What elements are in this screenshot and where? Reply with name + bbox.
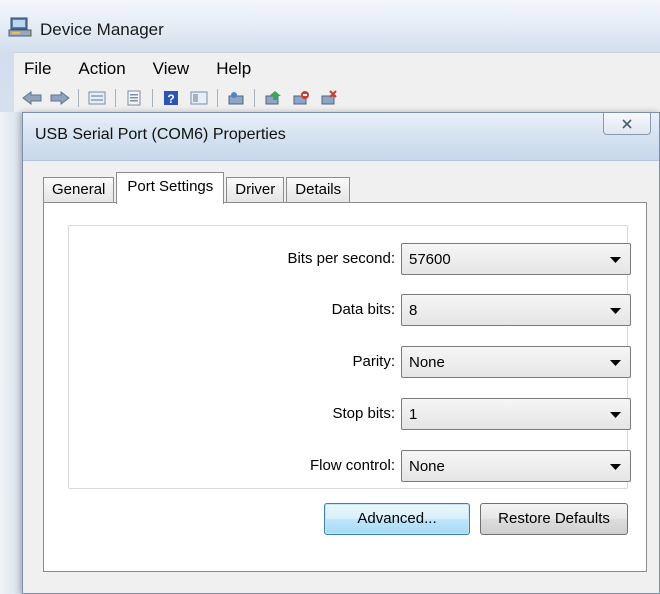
update-driver-icon[interactable] bbox=[263, 89, 283, 107]
stop-bits-row: Stop bits: 1 bbox=[69, 398, 631, 432]
data-bits-select[interactable]: 8 bbox=[401, 294, 631, 326]
parity-label: Parity: bbox=[352, 353, 395, 370]
close-button[interactable] bbox=[603, 113, 651, 135]
data-bits-value: 8 bbox=[409, 302, 418, 319]
chevron-down-icon bbox=[610, 360, 621, 366]
bits-per-second-value: 57600 bbox=[409, 251, 451, 268]
parity-select[interactable]: None bbox=[401, 346, 631, 378]
toolbar-separator bbox=[78, 89, 79, 107]
stop-bits-value: 1 bbox=[409, 406, 418, 423]
menu-view[interactable]: View bbox=[153, 59, 190, 79]
forward-arrow-icon[interactable] bbox=[50, 89, 70, 107]
bits-per-second-label: Bits per second: bbox=[287, 250, 395, 267]
data-bits-label: Data bits: bbox=[331, 301, 395, 318]
help-icon[interactable]: ? bbox=[161, 89, 181, 107]
tab-details[interactable]: Details bbox=[286, 177, 351, 203]
device-manager-titlebar: Device Manager bbox=[0, 0, 660, 52]
advanced-button[interactable]: Advanced... bbox=[324, 503, 470, 535]
properties-dialog: USB Serial Port (COM6) Properties Genera… bbox=[22, 112, 660, 594]
disable-device-icon[interactable] bbox=[291, 89, 311, 107]
device-manager-icon bbox=[8, 17, 32, 37]
stop-bits-label: Stop bits: bbox=[332, 405, 395, 422]
tab-driver[interactable]: Driver bbox=[226, 177, 285, 203]
chevron-down-icon bbox=[610, 412, 621, 418]
menu-action[interactable]: Action bbox=[78, 59, 125, 79]
parity-row: Parity: None bbox=[69, 346, 631, 380]
tab-strip: General Port Settings Driver Details bbox=[43, 171, 352, 204]
tab-port-settings[interactable]: Port Settings bbox=[116, 172, 225, 204]
close-icon bbox=[622, 118, 632, 129]
flow-control-label: Flow control: bbox=[309, 457, 395, 474]
parity-value: None bbox=[409, 354, 445, 371]
properties-icon[interactable] bbox=[124, 89, 144, 107]
toolbar-separator bbox=[115, 89, 116, 107]
view-icon[interactable] bbox=[189, 89, 209, 107]
scan-hardware-icon[interactable] bbox=[226, 89, 246, 107]
bits-per-second-select[interactable]: 57600 bbox=[401, 243, 631, 275]
bits-per-second-row: Bits per second: 57600 bbox=[69, 243, 631, 277]
stop-bits-select[interactable]: 1 bbox=[401, 398, 631, 430]
device-manager-title: Device Manager bbox=[40, 20, 164, 39]
toolbar: ? bbox=[14, 84, 660, 112]
device-tree-edge bbox=[0, 112, 22, 594]
port-settings-panel: Bits per second: 57600 Data bits: 8 Pari… bbox=[43, 202, 647, 572]
properties-pane-icon[interactable] bbox=[87, 89, 107, 107]
settings-group: Bits per second: 57600 Data bits: 8 Pari… bbox=[68, 225, 631, 489]
menu-file[interactable]: File bbox=[24, 59, 51, 79]
chevron-down-icon bbox=[610, 257, 621, 263]
data-bits-row: Data bits: 8 bbox=[69, 294, 631, 328]
dialog-title: USB Serial Port (COM6) Properties bbox=[35, 126, 286, 143]
toolbar-separator bbox=[152, 89, 153, 107]
flow-control-value: None bbox=[409, 458, 445, 475]
dialog-titlebar[interactable]: USB Serial Port (COM6) Properties bbox=[23, 113, 659, 161]
uninstall-device-icon[interactable] bbox=[319, 89, 339, 107]
chevron-down-icon bbox=[610, 464, 621, 470]
chevron-down-icon bbox=[610, 308, 621, 314]
svg-text:?: ? bbox=[167, 92, 174, 106]
toolbar-separator bbox=[254, 89, 255, 107]
menu-bar: File Action View Help bbox=[14, 52, 660, 84]
tab-general[interactable]: General bbox=[43, 177, 115, 203]
device-manager-window: Device Manager File Action View Help ? U… bbox=[0, 0, 660, 594]
flow-control-row: Flow control: None bbox=[69, 450, 631, 484]
back-arrow-icon[interactable] bbox=[22, 89, 42, 107]
menu-help[interactable]: Help bbox=[216, 59, 251, 79]
flow-control-select[interactable]: None bbox=[401, 450, 631, 482]
restore-defaults-button[interactable]: Restore Defaults bbox=[480, 503, 628, 535]
toolbar-separator bbox=[217, 89, 218, 107]
